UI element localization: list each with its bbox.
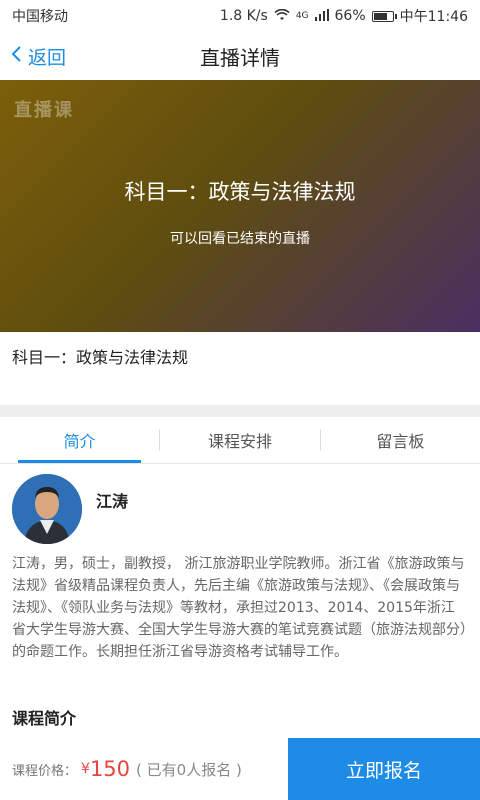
- video-subtitle: 可以回看已结束的直播: [170, 231, 310, 247]
- carrier-label: 中国移动: [12, 9, 68, 25]
- watermark-logo: 直播课: [14, 100, 74, 121]
- clock: 中午11:46: [399, 9, 468, 25]
- price-area: 课程价格： ¥ 150 ( 已有0人报名 ): [0, 738, 288, 800]
- back-label: 返回: [28, 46, 67, 69]
- currency-symbol: ¥: [81, 761, 90, 777]
- price-label: 课程价格：: [12, 763, 78, 779]
- price-value: 150: [89, 757, 131, 781]
- signal-icon: [314, 8, 329, 24]
- teacher-bio: 江涛，男，硕士，副教授， 浙江旅游职业学院教师。浙江省《旅游政策与法规》省级精品…: [12, 556, 467, 660]
- teacher-name: 江涛: [96, 492, 129, 511]
- video-title: 科目一：政策与法律法规: [124, 180, 356, 204]
- section-divider: [0, 405, 480, 417]
- video-player[interactable]: 直播课 科目一：政策与法律法规 可以回看已结束的直播: [0, 80, 480, 332]
- avatar: [12, 474, 82, 544]
- signup-button[interactable]: 立即报名: [288, 738, 480, 800]
- status-bar: 中国移动 1.8 K/s 4G 66% 中午11:46: [0, 0, 480, 32]
- back-button[interactable]: 返回: [10, 32, 66, 80]
- page-title: 直播详情: [200, 45, 280, 70]
- network-speed: 1.8 K/s: [219, 8, 268, 24]
- teacher-card: 江涛: [12, 474, 128, 544]
- status-right: 1.8 K/s 4G 66% 中午11:46: [220, 6, 468, 26]
- battery-icon: [371, 10, 397, 22]
- network-type: 4G: [295, 11, 309, 21]
- tab-bar: 简介 课程安排 留言板: [0, 417, 480, 464]
- course-intro-heading: 课程简介: [12, 709, 77, 728]
- bottom-bar: 课程价格： ¥ 150 ( 已有0人报名 ) 立即报名: [0, 738, 480, 800]
- course-name: 科目一：政策与法律法规: [12, 348, 189, 367]
- tab-message-board[interactable]: 留言板: [321, 417, 480, 463]
- tab-schedule[interactable]: 课程安排: [160, 417, 319, 463]
- wifi-icon: [274, 8, 290, 24]
- chevron-left-icon: [10, 45, 22, 68]
- battery-percent: 66%: [334, 8, 366, 24]
- tab-intro[interactable]: 简介: [0, 417, 159, 463]
- enrolled-count: ( 已有0人报名 ): [136, 760, 242, 779]
- nav-bar: 返回 直播详情: [0, 32, 480, 80]
